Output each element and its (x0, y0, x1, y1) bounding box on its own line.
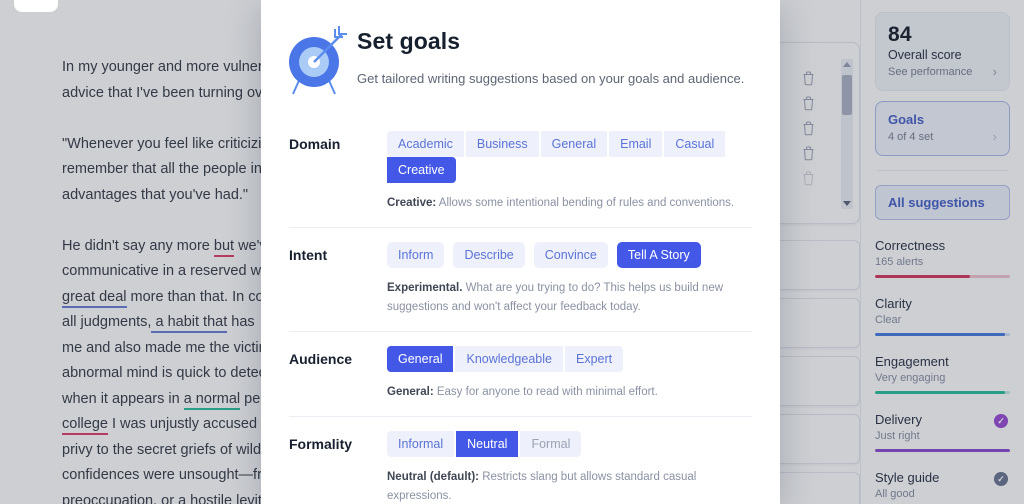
goal-row-hint: Neutral (default): Restricts slang but a… (387, 468, 747, 504)
top-left-chip (14, 0, 58, 12)
goal-row-content: Inform Describe Convince Tell A Story Experi… (387, 242, 752, 317)
goal-row-hint: General: Easy for anyone to read with mi… (387, 383, 747, 402)
goal-option-creative[interactable]: Creative (387, 157, 456, 183)
page-title: Set goals (357, 28, 461, 54)
goal-row-content: Informal Neutral Formal Neutral (default): … (387, 431, 752, 504)
target-with-arrow-icon (283, 18, 357, 101)
goal-option-business[interactable]: Business (465, 131, 539, 157)
goal-option-neutral[interactable]: Neutral (456, 431, 519, 457)
goal-hint-term: Experimental. (387, 282, 463, 294)
goal-option-email[interactable]: Email (609, 131, 663, 157)
set-goals-dialog: Set goals Get tailored writing suggestio… (261, 0, 780, 504)
goal-option-casual[interactable]: Casual (664, 131, 726, 157)
goal-hint-term: Creative: (387, 197, 437, 209)
goal-row-label: Formality (289, 436, 353, 452)
goal-option-knowledgeable[interactable]: Knowledgeable (455, 346, 563, 372)
goal-option-group: Academic Business General Email Casual Creati… (387, 131, 752, 183)
goal-row-label: Intent (289, 247, 328, 263)
dialog-subtitle: Get tailored writing suggestions based o… (357, 71, 745, 86)
goal-option-informal[interactable]: Informal (387, 431, 455, 457)
goal-hint-text: Allows some intentional bending of rules… (436, 197, 735, 209)
app-root: In my younger and more vulner advice that… (0, 0, 1024, 504)
goal-row-hint: Creative: Allows some intentional bendin… (387, 194, 747, 213)
goal-row-domain: Domain Academic Business General Email Casual… (289, 117, 752, 227)
goal-option-group: Informal Neutral Formal (387, 431, 752, 457)
goal-hint-text: Easy for anyone to read with minimal eff… (433, 386, 658, 398)
dialog-header: Set goals Get tailored writing suggestio… (261, 0, 780, 117)
goal-row-content: General Knowledgeable Expert General: Easy … (387, 346, 752, 402)
dialog-header-text: Set goals Get tailored writing suggestio… (357, 18, 744, 86)
goal-row-content: Academic Business General Email Casual Creati… (387, 131, 752, 213)
goal-option-academic[interactable]: Academic (387, 131, 464, 157)
goal-option-group: General Knowledgeable Expert (387, 346, 752, 372)
goal-option-general[interactable]: General (540, 131, 608, 157)
goal-option-group: Inform Describe Convince Tell A Story (387, 242, 752, 268)
goal-row-label: Audience (289, 351, 353, 367)
goal-hint-term: General: (387, 386, 434, 398)
goal-option-inform[interactable]: Inform (387, 242, 445, 268)
goal-option-convince[interactable]: Convince (533, 242, 608, 268)
goal-option-general[interactable]: General (387, 346, 454, 372)
goal-option-tell-a-story[interactable]: Tell A Story (616, 242, 701, 268)
goal-row-intent: Intent Inform Describe Convince Tell A Story… (289, 227, 752, 331)
dialog-body: Domain Academic Business General Email Casual… (261, 117, 780, 504)
goal-option-expert[interactable]: Expert (564, 346, 624, 372)
goal-option-describe[interactable]: Describe (453, 242, 525, 268)
goal-row-label: Domain (289, 136, 341, 152)
goal-row-formality: Formality Informal Neutral Formal Neutral (d… (289, 416, 752, 504)
goal-row-audience: Audience General Knowledgeable Expert Genera… (289, 331, 752, 416)
goal-hint-term: Neutral (default): (387, 471, 479, 483)
goal-row-hint: Experimental. What are you trying to do?… (387, 279, 747, 317)
goal-option-formal[interactable]: Formal (520, 431, 582, 457)
